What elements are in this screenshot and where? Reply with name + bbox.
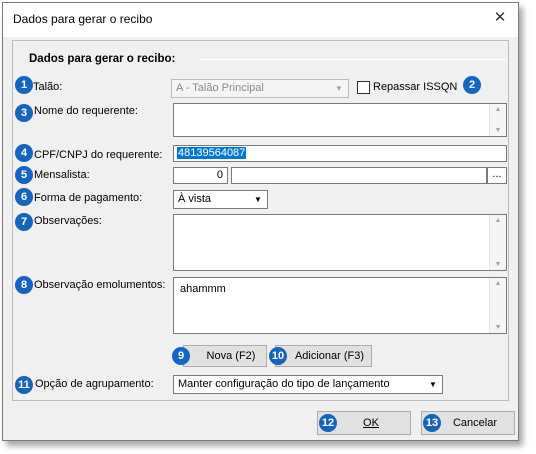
cpf-input[interactable]: 48139564087 [173, 145, 507, 162]
mensalista-code-value: 0 [216, 169, 223, 181]
badge-1: 1 [15, 76, 33, 94]
observacoes-label: Observações: [34, 215, 102, 227]
emolumentos-value: ahammm [180, 283, 226, 295]
emolumentos-scrollbar[interactable]: ▲ ▼ [489, 278, 506, 333]
emolumentos-label: Observação emolumentos: [34, 279, 166, 291]
repassar-checkbox[interactable] [357, 81, 370, 94]
close-icon[interactable]: ✕ [486, 5, 514, 31]
pagamento-label: Forma de pagamento: [34, 192, 143, 204]
nome-textarea[interactable]: ▲ ▼ [173, 103, 507, 137]
agrupamento-value: Manter configuração do tipo de lançament… [178, 378, 390, 390]
badge-7: 7 [15, 213, 33, 231]
chevron-down-icon: ▼ [335, 84, 343, 93]
cpf-value: 48139564087 [177, 147, 247, 159]
badge-13: 13 [423, 414, 441, 432]
mensalista-label: Mensalista: [34, 169, 90, 181]
agrupamento-select[interactable]: Manter configuração do tipo de lançament… [173, 375, 443, 394]
ok-label: OK [363, 417, 379, 429]
mensalista-code-input[interactable]: 0 [173, 167, 228, 184]
window-title: Dados para gerar o recibo [13, 12, 153, 26]
section-title: Dados para gerar o recibo: [29, 53, 176, 65]
adicionar-label: Adicionar (F3) [294, 350, 365, 362]
talao-select[interactable]: A - Talão Principal ▼ [171, 79, 349, 98]
cpf-label: CPF/CNPJ do requerente: [34, 149, 163, 161]
badge-2: 2 [463, 76, 481, 94]
cancelar-label: Cancelar [452, 417, 498, 429]
browse-label: ... [492, 168, 502, 180]
badge-4: 4 [15, 144, 33, 162]
chevron-down-icon: ▼ [429, 380, 437, 389]
badge-6: 6 [15, 188, 33, 206]
title-bar: Dados para gerar o recibo ✕ [3, 3, 518, 37]
badge-3: 3 [15, 104, 33, 122]
observacoes-textarea[interactable]: ▲ ▼ [173, 214, 507, 271]
talao-label: Talão: [33, 81, 63, 93]
scroll-down-icon[interactable]: ▼ [490, 261, 506, 268]
adicionar-button[interactable]: Adicionar (F3) [275, 345, 372, 367]
observacoes-scrollbar[interactable]: ▲ ▼ [489, 215, 506, 270]
nova-button[interactable]: Nova (F2) [183, 345, 267, 367]
scroll-up-icon[interactable]: ▲ [490, 106, 506, 113]
scroll-down-icon[interactable]: ▼ [490, 324, 506, 331]
badge-5: 5 [15, 166, 33, 184]
scroll-down-icon[interactable]: ▼ [490, 127, 506, 134]
mensalista-browse-button[interactable]: ... [487, 167, 507, 184]
talao-value: A - Talão Principal [176, 82, 264, 94]
nome-scrollbar[interactable]: ▲ ▼ [489, 104, 506, 136]
dialog-window: Dados para gerar o recibo ✕ Dados para g… [2, 2, 519, 441]
nova-label: Nova (F2) [206, 350, 256, 362]
scroll-up-icon[interactable]: ▲ [490, 217, 506, 224]
mensalista-name-input[interactable] [231, 167, 487, 184]
pagamento-value: À vista [178, 193, 212, 205]
emolumentos-textarea[interactable]: ahammm ▲ ▼ [173, 277, 507, 334]
pagamento-select[interactable]: À vista ▼ [173, 190, 268, 209]
repassar-label: Repassar ISSQN [373, 81, 458, 93]
scroll-up-icon[interactable]: ▲ [490, 280, 506, 287]
nome-label: Nome do requerente: [34, 105, 138, 117]
badge-8: 8 [15, 276, 33, 294]
badge-11: 11 [15, 376, 33, 394]
badge-12: 12 [319, 414, 337, 432]
section-divider [200, 59, 506, 60]
chevron-down-icon: ▼ [254, 195, 262, 204]
agrupamento-label: Opção de agrupamento: [35, 378, 154, 390]
badge-10: 10 [269, 347, 287, 365]
badge-9: 9 [172, 347, 190, 365]
